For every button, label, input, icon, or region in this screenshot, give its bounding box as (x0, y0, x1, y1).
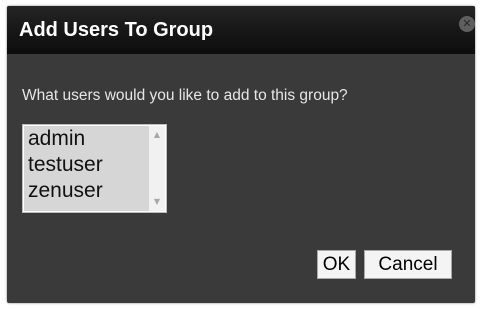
ok-button[interactable]: OK (317, 250, 356, 279)
dialog-titlebar[interactable]: Add Users To Group ✕ (7, 6, 475, 54)
user-option[interactable]: admin (24, 126, 149, 152)
close-icon[interactable]: ✕ (459, 16, 475, 32)
cancel-button[interactable]: Cancel (364, 250, 452, 279)
add-users-dialog: Add Users To Group ✕ What users would yo… (7, 6, 475, 303)
user-option[interactable]: zenuser (24, 178, 149, 204)
users-options: admin testuser zenuser (24, 126, 149, 211)
listbox-scrollbar[interactable]: ▲ ▼ (149, 126, 165, 211)
scroll-up-arrow-icon[interactable]: ▲ (149, 128, 165, 142)
users-listbox[interactable]: admin testuser zenuser ▲ ▼ (22, 124, 167, 213)
dialog-prompt: What users would you like to add to this… (22, 87, 348, 104)
user-option[interactable]: testuser (24, 152, 149, 178)
scroll-down-arrow-icon[interactable]: ▼ (149, 195, 165, 209)
dialog-title: Add Users To Group (19, 19, 214, 41)
